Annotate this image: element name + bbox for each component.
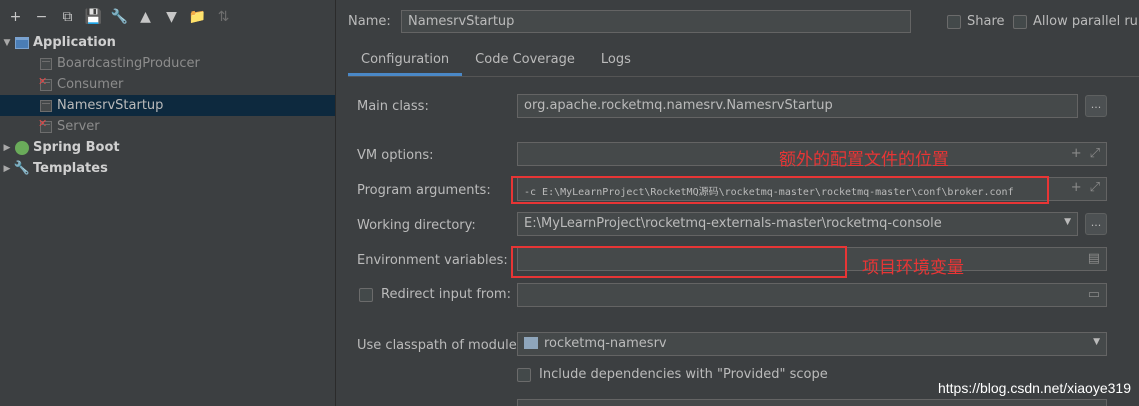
remove-icon[interactable]: − xyxy=(30,6,53,28)
plus-icon[interactable]: + xyxy=(1071,180,1082,195)
class-icon xyxy=(38,56,54,72)
application-icon xyxy=(14,35,30,51)
working-directory-input[interactable]: E:\MyLearnProject\rocketmq-externals-mas… xyxy=(517,212,1078,236)
config-file-annotation: 额外的配置文件的位置 xyxy=(779,150,949,170)
tree-group-label: Application xyxy=(33,35,116,50)
environment-variables-highlight xyxy=(511,246,847,278)
tree-item-label: BoardcastingProducer xyxy=(57,56,200,71)
redirect-input-check-box[interactable] xyxy=(359,287,373,302)
plus-icon[interactable]: + xyxy=(1071,146,1082,161)
name-row: Name: NamesrvStartup Share Allow paralle… xyxy=(337,10,1139,34)
chevron-down-icon[interactable]: ▼ xyxy=(1093,337,1100,347)
name-input[interactable]: NamesrvStartup xyxy=(401,10,911,33)
tab-bar: Configuration Code Coverage Logs xyxy=(348,46,644,76)
redirect-input-checkbox[interactable]: Redirect input from: xyxy=(359,287,511,302)
program-arguments-actions: + ⤢ xyxy=(1071,180,1100,195)
class-error-icon: ✕ xyxy=(38,117,54,135)
main-class-input[interactable]: org.apache.rocketmq.namesrv.NamesrvStart… xyxy=(517,94,1078,118)
classpath-module-label: Use classpath of module: xyxy=(357,338,522,353)
name-label: Name: xyxy=(348,14,391,29)
working-directory-label: Working directory: xyxy=(357,218,476,233)
include-provided-check-box[interactable] xyxy=(517,367,531,382)
chevron-down-icon[interactable]: ▼ xyxy=(1064,217,1071,227)
chevron-down-icon[interactable]: ▼ xyxy=(0,38,14,48)
redirect-input-label: Redirect input from: xyxy=(381,287,511,302)
tree-group-spring-boot[interactable]: ▶ Spring Boot xyxy=(0,137,335,158)
class-icon xyxy=(38,98,54,114)
program-arguments-label: Program arguments: xyxy=(357,183,491,198)
config-tree: ▼ Application BoardcastingProducer ✕ Con… xyxy=(0,32,335,179)
sort-icon[interactable]: ⇅ xyxy=(212,6,235,28)
redirect-input-field[interactable]: ▭ xyxy=(517,283,1107,307)
move-down-icon[interactable]: ▼ xyxy=(160,6,183,28)
allow-parallel-check-box[interactable] xyxy=(1013,14,1027,29)
add-icon[interactable]: + xyxy=(4,6,27,28)
wrench-icon: 🔧 xyxy=(13,161,31,176)
include-provided-checkbox[interactable]: Include dependencies with "Provided" sco… xyxy=(517,367,828,382)
chevron-right-icon[interactable]: ▶ xyxy=(0,164,14,174)
working-directory-browse-button[interactable]: ... xyxy=(1085,213,1107,235)
run-config-sidebar: + − ⧉ 💾 🔧 ▲ ▼ 📁 ⇅ ▼ Application Boardcas… xyxy=(0,0,336,406)
tab-logs[interactable]: Logs xyxy=(588,46,644,76)
share-checkbox[interactable]: Share xyxy=(947,14,1005,29)
working-directory-value: E:\MyLearnProject\rocketmq-externals-mas… xyxy=(524,216,942,231)
allow-parallel-label: Allow parallel run xyxy=(1033,14,1139,29)
tree-group-label: Templates xyxy=(33,161,108,176)
tab-code-coverage[interactable]: Code Coverage xyxy=(462,46,588,76)
tab-configuration[interactable]: Configuration xyxy=(348,46,463,76)
vm-options-actions: + ⤢ xyxy=(1071,146,1100,161)
configuration-panel: Main class: org.apache.rocketmq.namesrv.… xyxy=(348,76,1139,406)
tree-item-server[interactable]: ✕ Server xyxy=(0,116,335,137)
chevron-right-icon[interactable]: ▶ xyxy=(0,143,14,153)
class-error-icon: ✕ xyxy=(38,75,54,93)
tree-item-boardcasting-producer[interactable]: BoardcastingProducer xyxy=(0,53,335,74)
expand-icon[interactable]: ⤢ xyxy=(1090,146,1100,161)
redirect-input-actions: ▭ xyxy=(1088,287,1100,302)
sidebar-toolbar: + − ⧉ 💾 🔧 ▲ ▼ 📁 ⇅ xyxy=(0,0,335,34)
share-label: Share xyxy=(967,14,1005,29)
tree-item-label: NamesrvStartup xyxy=(57,98,164,113)
include-provided-label: Include dependencies with "Provided" sco… xyxy=(539,367,828,382)
folder-icon[interactable]: 📁 xyxy=(186,6,209,28)
main-class-label: Main class: xyxy=(357,99,429,114)
program-arguments-highlight xyxy=(511,176,1049,204)
expand-icon[interactable]: ⤢ xyxy=(1090,180,1100,195)
environment-annotation: 项目环境变量 xyxy=(862,258,964,278)
environment-variables-actions: ▤ xyxy=(1088,251,1100,266)
classpath-module-value: rocketmq-namesrv xyxy=(544,336,667,351)
save-icon[interactable]: 💾 xyxy=(82,6,105,28)
copy-icon[interactable]: ⧉ xyxy=(56,6,79,28)
tree-item-label: Server xyxy=(57,119,100,134)
tree-group-label: Spring Boot xyxy=(33,140,120,155)
watermark: https://blog.csdn.net/xiaoye319 xyxy=(937,380,1131,396)
allow-parallel-checkbox[interactable]: Allow parallel run xyxy=(1013,14,1139,29)
run-config-editor: Name: NamesrvStartup Share Allow paralle… xyxy=(337,0,1139,406)
spring-boot-icon xyxy=(14,140,30,156)
folder-icon[interactable]: ▭ xyxy=(1088,287,1100,302)
tree-group-application[interactable]: ▼ Application xyxy=(0,32,335,53)
jre-select[interactable] xyxy=(517,399,1107,406)
classpath-module-select[interactable]: rocketmq-namesrv ▼ xyxy=(517,332,1107,356)
environment-variables-label: Environment variables: xyxy=(357,253,508,268)
wrench-icon[interactable]: 🔧 xyxy=(108,6,131,28)
tree-group-templates[interactable]: ▶ 🔧 Templates xyxy=(0,158,335,179)
vm-options-label: VM options: xyxy=(357,148,434,163)
module-icon xyxy=(524,337,538,349)
main-class-browse-button[interactable]: ... xyxy=(1085,95,1107,117)
share-check-box[interactable] xyxy=(947,14,961,29)
tree-item-namesrv-startup[interactable]: NamesrvStartup xyxy=(0,95,335,116)
move-up-icon[interactable]: ▲ xyxy=(134,6,157,28)
document-icon[interactable]: ▤ xyxy=(1088,251,1100,266)
tree-item-label: Consumer xyxy=(57,77,124,92)
tree-item-consumer[interactable]: ✕ Consumer xyxy=(0,74,335,95)
